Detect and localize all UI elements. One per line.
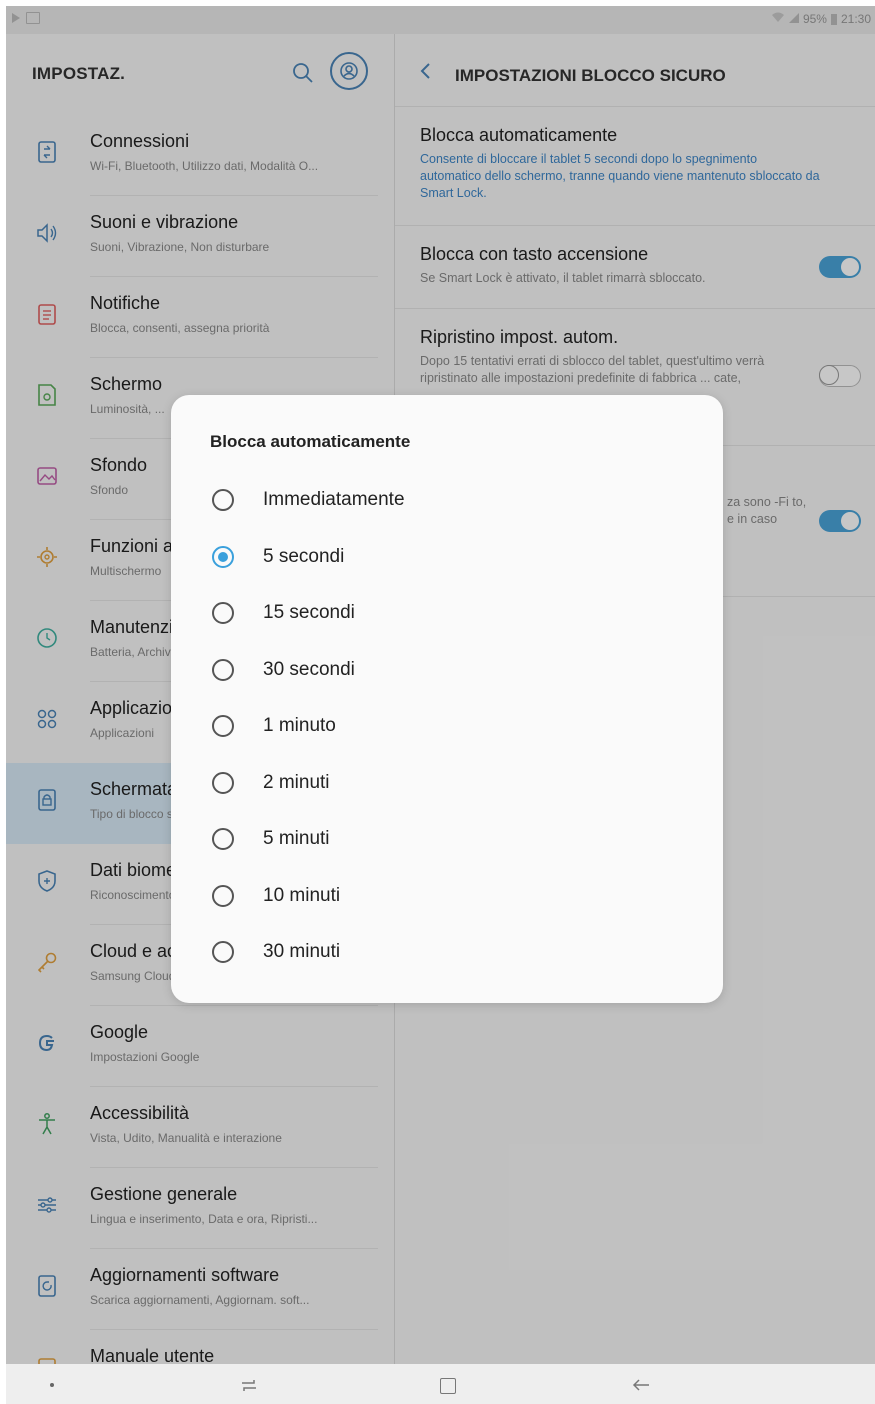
auto-lock-dialog: Blocca automaticamente Immediatamente 5 s… (171, 395, 723, 1003)
option-label: 5 secondi (263, 545, 345, 567)
radio-unchecked-icon[interactable] (212, 602, 234, 624)
auto-lock-option[interactable]: 15 secondi (171, 588, 723, 644)
nav-hide-dot-icon[interactable] (50, 1383, 54, 1387)
radio-unchecked-icon[interactable] (212, 828, 234, 850)
option-label: 10 minuti (263, 884, 341, 906)
navigation-bar (6, 1364, 875, 1404)
back-icon[interactable] (630, 1374, 652, 1396)
radio-unchecked-icon[interactable] (212, 658, 234, 681)
auto-lock-option[interactable]: 5 minuti (171, 814, 723, 870)
radio-unchecked-icon[interactable] (212, 715, 234, 737)
auto-lock-option[interactable]: 30 minuti (171, 927, 723, 983)
auto-lock-option[interactable]: Immediatamente (171, 475, 723, 531)
option-label: 30 secondi (263, 658, 355, 680)
option-label: 30 minuti (263, 941, 341, 962)
option-label: Immediatamente (263, 489, 405, 510)
home-icon[interactable] (440, 1378, 456, 1394)
tablet-screen: 95% 21:30 IMPOSTAZ. Connessioni Wi-Fi, Bl… (6, 6, 875, 1404)
auto-lock-option[interactable]: 30 secondi (171, 645, 723, 701)
auto-lock-option[interactable]: 10 minuti (171, 871, 723, 927)
auto-lock-option[interactable]: 2 minuti (171, 758, 723, 814)
radio-unchecked-icon[interactable] (212, 884, 234, 907)
auto-lock-option[interactable]: 5 secondi (171, 532, 723, 588)
dialog-title: Blocca automaticamente (210, 432, 411, 451)
radio-unchecked-icon[interactable] (212, 771, 234, 794)
radio-unchecked-icon[interactable] (212, 941, 234, 963)
recent-apps-icon[interactable] (238, 1374, 260, 1396)
option-label: 2 minuti (263, 771, 330, 793)
option-label: 5 minuti (263, 828, 330, 849)
option-label: 15 secondi (263, 602, 355, 623)
option-label: 1 minuto (263, 715, 336, 736)
radio-unchecked-icon[interactable] (212, 489, 234, 511)
auto-lock-option[interactable]: 1 minuto (171, 701, 723, 757)
radio-checked-icon[interactable] (212, 545, 234, 568)
